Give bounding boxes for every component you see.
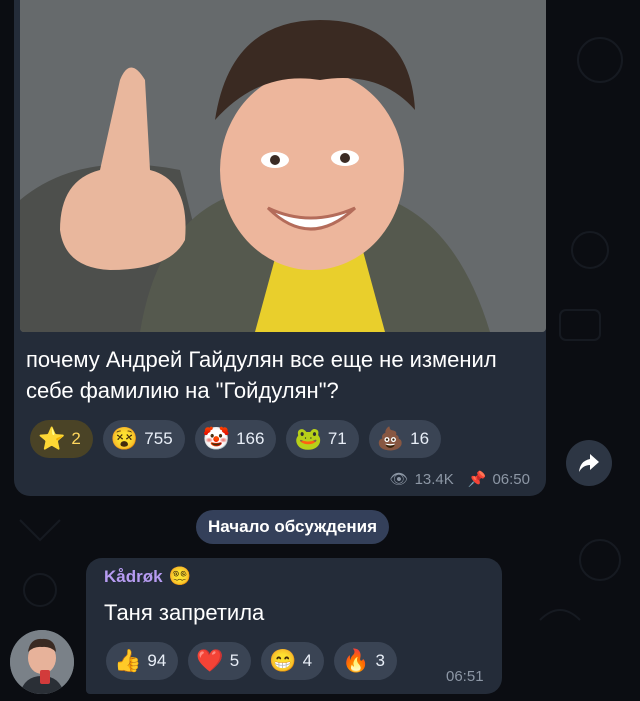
star-icon: ⭐ — [38, 426, 66, 451]
clown-icon: 🤡 — [202, 426, 231, 451]
reaction-fire[interactable]: 🔥 3 — [334, 642, 397, 680]
avatar[interactable] — [10, 630, 74, 694]
reaction-pepe[interactable]: 🐸 71 — [286, 420, 359, 458]
eye-icon: 👁 — [389, 471, 409, 488]
reaction-thumbs-up[interactable]: 👍 94 — [106, 642, 179, 680]
reaction-star[interactable]: ⭐ 2 — [30, 420, 93, 458]
reaction-count: 16 — [410, 429, 430, 448]
heart-icon: ❤️ — [196, 648, 224, 673]
pin-icon: 📌 — [467, 471, 487, 488]
reaction-count: 166 — [236, 429, 265, 448]
reaction-count: 3 — [375, 651, 385, 670]
post-photo[interactable] — [20, 0, 546, 332]
reaction-count: 4 — [302, 651, 313, 670]
reaction-count: 755 — [144, 429, 173, 448]
pepe-icon: 🐸 — [294, 426, 322, 451]
reaction-heart[interactable]: ❤️ 5 — [188, 642, 252, 680]
author-emoji-icon: 😵‍💫 — [168, 566, 191, 586]
view-count: 13.4K — [414, 470, 454, 488]
grin-icon: 😁 — [269, 648, 297, 673]
comment-text: Таня запретила — [104, 600, 265, 625]
discussion-start-label: Начало обсуждения — [196, 510, 390, 544]
comment-reactions: 👍 94 ❤️ 5 😁 4 🔥 3 — [106, 642, 397, 680]
thumbs-up-icon: 👍 — [114, 648, 142, 673]
post-caption: почему Андрей Гайдулян все еще не измени… — [26, 347, 497, 403]
share-button[interactable] — [566, 440, 612, 486]
post-time: 06:50 — [492, 470, 530, 488]
fire-icon: 🔥 — [342, 648, 370, 673]
comment-author[interactable]: Kådrøk 😵‍💫 — [104, 566, 191, 587]
reaction-clown[interactable]: 🤡 166 — [194, 420, 277, 458]
photo-illustration — [20, 0, 546, 332]
reaction-poop[interactable]: 💩 16 — [368, 420, 442, 458]
comment-time: 06:51 — [446, 668, 484, 685]
author-name: Kådrøk — [104, 566, 163, 586]
reaction-grin[interactable]: 😁 4 — [261, 642, 325, 680]
reaction-count: 94 — [147, 651, 167, 670]
post-reactions: ⭐ 2 😵 755 🤡 166 🐸 71 💩 16 — [30, 420, 442, 458]
avatar-image — [10, 630, 74, 694]
forward-arrow-icon — [579, 454, 599, 472]
reaction-meme-face[interactable]: 😵 755 — [102, 420, 185, 458]
reaction-count: 71 — [327, 429, 347, 448]
poop-icon: 💩 — [376, 426, 405, 451]
meme-face-icon: 😵 — [110, 426, 139, 451]
reaction-count: 2 — [71, 429, 81, 448]
post-meta: 👁 13.4K 📌 06:50 — [389, 470, 530, 489]
reaction-count: 5 — [229, 651, 240, 670]
